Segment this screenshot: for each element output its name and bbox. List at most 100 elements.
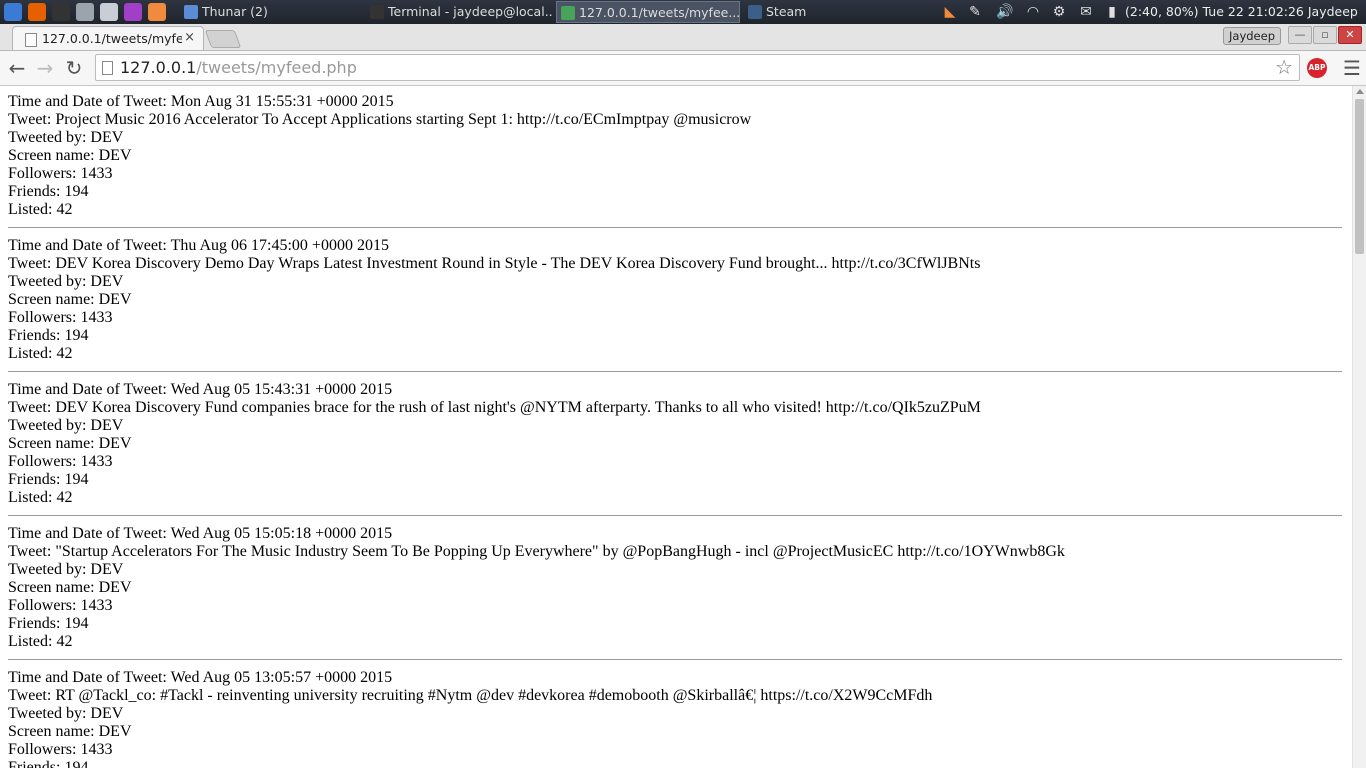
field-value: DEV (90, 705, 124, 722)
field-label: Time and Date of Tweet: (8, 669, 167, 686)
field-value: Project Music 2016 Accelerator To Accept… (55, 111, 752, 128)
field-label: Friends: (8, 183, 61, 200)
scroll-up-arrow-icon[interactable] (1356, 89, 1364, 94)
tweet-listed-line: Listed: 42 (8, 489, 1342, 507)
tweet-divider (8, 515, 1342, 516)
field-label: Friends: (8, 327, 61, 344)
folder-icon (184, 5, 198, 19)
field-value: "Startup Accelerators For The Music Indu… (55, 543, 1065, 560)
task-button[interactable]: Terminal - jaydeep@local... (366, 1, 554, 23)
field-value: 1433 (80, 741, 113, 758)
task-label: 127.0.0.1/tweets/myfee... (579, 5, 740, 20)
cat-icon[interactable]: ◣ (941, 3, 959, 21)
tweet-text-line: Tweet: RT @Tackl_co: #Tackl - reinventin… (8, 687, 1342, 705)
tweet-feed: Time and Date of Tweet: Mon Aug 31 15:55… (8, 93, 1342, 768)
field-value: 1433 (80, 453, 113, 470)
task-button[interactable]: Thunar (2) (180, 1, 362, 23)
field-label: Followers: (8, 165, 77, 182)
window-close-button[interactable]: ✕ (1338, 26, 1362, 44)
task-button[interactable]: 127.0.0.1/tweets/myfee... (556, 1, 740, 23)
terminal-launcher-icon[interactable] (52, 3, 70, 21)
tweet-friends-line: Friends: 194 (8, 471, 1342, 489)
reload-button[interactable]: ↻ (62, 56, 86, 80)
tweet-time-line: Time and Date of Tweet: Wed Aug 05 15:05… (8, 525, 1342, 543)
steam-tray-icon[interactable]: ⚙ (1050, 3, 1068, 21)
forward-button[interactable]: → (33, 56, 57, 80)
field-value: RT @Tackl_co: #Tackl - reinventing unive… (55, 687, 933, 704)
chrome-icon (561, 6, 575, 20)
field-value: 42 (56, 633, 73, 650)
battery-icon[interactable]: ▮ (1103, 3, 1121, 21)
cat-app-icon[interactable] (148, 3, 166, 21)
xfce-menu-icon[interactable] (4, 3, 22, 21)
tweet-text-line: Tweet: Project Music 2016 Accelerator To… (8, 111, 1342, 129)
tweet-friends-line: Friends: 194 (8, 759, 1342, 768)
bookmark-star-icon[interactable]: ☆ (1275, 55, 1293, 79)
address-bar[interactable]: 127.0.0.1/tweets/myfeed.php ☆ (95, 54, 1300, 81)
clock-time: Tue 22 21:02:26 (1202, 4, 1304, 19)
field-label: Time and Date of Tweet: (8, 93, 167, 110)
user-name[interactable]: Jaydeep (1308, 4, 1358, 19)
field-value: DEV (98, 291, 132, 308)
field-value: 1433 (80, 165, 113, 182)
panel-clock[interactable]: (2:40, 80%) Tue 22 21:02:26 Jaydeep (1125, 0, 1358, 24)
menu-icon[interactable]: ☰ (1343, 56, 1361, 80)
field-value: DEV (90, 273, 124, 290)
mail-icon[interactable]: ✉ (1077, 3, 1095, 21)
field-value: DEV (90, 417, 124, 434)
tweet-tweeted-by-line: Tweeted by: DEV (8, 705, 1342, 723)
file-manager-icon[interactable] (76, 3, 94, 21)
tweet-text-line: Tweet: DEV Korea Discovery Demo Day Wrap… (8, 255, 1342, 273)
back-button[interactable]: ← (5, 56, 29, 80)
url-text[interactable]: 127.0.0.1/tweets/myfeed.php (120, 58, 357, 77)
tab-strip: 127.0.0.1/tweets/myfeed.php × Jaydeep — … (0, 24, 1366, 51)
field-label: Tweeted by: (8, 417, 87, 434)
tweet-entry: Time and Date of Tweet: Wed Aug 05 15:05… (8, 525, 1342, 651)
tweet-followers-line: Followers: 1433 (8, 165, 1342, 183)
tweet-tweeted-by-line: Tweeted by: DEV (8, 129, 1342, 147)
field-label: Friends: (8, 759, 61, 768)
field-label: Tweet: (8, 255, 52, 272)
tweet-divider (8, 371, 1342, 372)
tweet-time-line: Time and Date of Tweet: Mon Aug 31 15:55… (8, 93, 1342, 111)
field-label: Followers: (8, 453, 77, 470)
adblock-plus-icon[interactable]: ABP (1307, 58, 1327, 78)
tweet-tweeted-by-line: Tweeted by: DEV (8, 273, 1342, 291)
scrollbar-thumb[interactable] (1355, 99, 1364, 254)
url-host: 127.0.0.1 (120, 58, 197, 77)
download-manager-icon[interactable] (124, 3, 142, 21)
field-value: 194 (64, 183, 89, 200)
window-manager-icon[interactable] (100, 3, 118, 21)
task-button[interactable]: Steam (744, 1, 934, 23)
tab-close-icon[interactable]: × (184, 30, 195, 45)
notes-icon[interactable]: ✎ (966, 3, 984, 21)
tweet-screen-name-line: Screen name: DEV (8, 579, 1342, 597)
tweet-screen-name-line: Screen name: DEV (8, 435, 1342, 453)
profile-button[interactable]: Jaydeep (1223, 27, 1281, 45)
field-label: Time and Date of Tweet: (8, 381, 167, 398)
firefox-icon[interactable] (28, 3, 46, 21)
field-value: Wed Aug 05 15:05:18 +0000 2015 (170, 525, 393, 542)
field-value: DEV Korea Discovery Demo Day Wraps Lates… (55, 255, 981, 272)
tab-myfeed[interactable]: 127.0.0.1/tweets/myfeed.php × (12, 26, 204, 50)
field-label: Time and Date of Tweet: (8, 525, 167, 542)
vertical-scrollbar[interactable] (1352, 86, 1366, 768)
field-label: Followers: (8, 741, 77, 758)
wifi-icon[interactable]: ◠ (1024, 3, 1042, 21)
field-value: DEV (98, 435, 132, 452)
new-tab-button[interactable] (204, 30, 242, 48)
maximize-button[interactable]: ▫ (1313, 26, 1337, 44)
tweet-friends-line: Friends: 194 (8, 183, 1342, 201)
field-label: Tweeted by: (8, 561, 87, 578)
tweet-friends-line: Friends: 194 (8, 327, 1342, 345)
minimize-button[interactable]: — (1288, 26, 1312, 44)
tweet-divider (8, 659, 1342, 660)
field-label: Listed: (8, 633, 53, 650)
tweet-listed-line: Listed: 42 (8, 633, 1342, 651)
field-value: 194 (64, 615, 89, 632)
system-panel: Thunar (2) Terminal - jaydeep@local... 127… (0, 0, 1366, 24)
page-icon (102, 61, 113, 75)
tweet-tweeted-by-line: Tweeted by: DEV (8, 417, 1342, 435)
field-label: Listed: (8, 489, 53, 506)
volume-icon[interactable]: 🔊 (996, 3, 1014, 21)
